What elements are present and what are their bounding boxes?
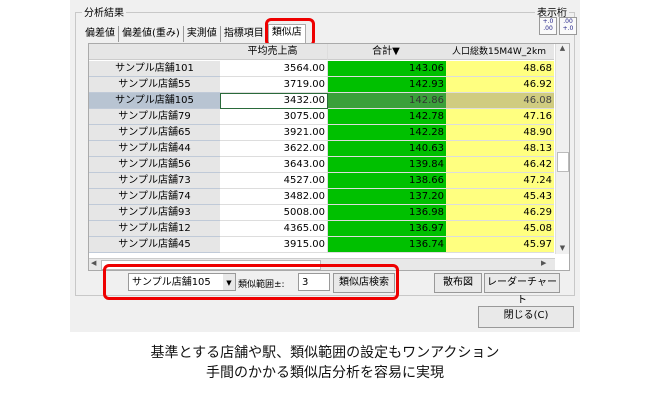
cell-total[interactable]: 136.98 <box>328 205 446 221</box>
scatter-plot-button[interactable]: 散布図 <box>434 273 482 293</box>
row-header[interactable]: サンプル店舗56 <box>89 157 220 173</box>
cell-sales[interactable]: 3921.00 <box>220 125 328 141</box>
table-row[interactable]: サンプル店舗73 4527.00 138.66 47.24 <box>89 173 554 189</box>
cell-total[interactable]: 142.86 <box>328 93 446 109</box>
cell-sales[interactable]: 4527.00 <box>220 173 328 189</box>
controls-highlight <box>103 264 399 300</box>
row-header[interactable]: サンプル店舗79 <box>89 109 220 125</box>
cell-population[interactable]: 46.92 <box>446 77 554 93</box>
row-header[interactable]: サンプル店舗73 <box>89 173 220 189</box>
column-header-sales[interactable]: 平均売上高 <box>220 44 328 60</box>
cell-total[interactable]: 142.28 <box>328 125 446 141</box>
cell-sales[interactable]: 3075.00 <box>220 109 328 125</box>
header-row: 平均売上高 合計▼ 人口総数15M4W_2km <box>89 44 554 60</box>
cell-total[interactable]: 140.63 <box>328 141 446 157</box>
decrease-decimal-button[interactable]: .00 +.0 <box>559 17 577 35</box>
cell-total[interactable]: 136.97 <box>328 221 446 237</box>
row-header[interactable]: サンプル店舗12 <box>89 221 220 237</box>
cell-population[interactable]: 48.68 <box>446 61 554 77</box>
table-row[interactable]: サンプル店舗12 4365.00 136.97 45.08 <box>89 221 554 237</box>
similar-stores-grid: 平均売上高 合計▼ 人口総数15M4W_2km サンプル店舗101 3564.00… <box>88 43 570 271</box>
cell-total[interactable]: 138.66 <box>328 173 446 189</box>
table-row[interactable]: サンプル店舗65 3921.00 142.28 48.90 <box>89 125 554 141</box>
cell-sales[interactable]: 3622.00 <box>220 141 328 157</box>
analysis-window: 分析結果 表示桁 +.0.00 .00 +.0 偏差値 偏差値(重み) 実測値 指… <box>70 0 580 332</box>
tab-weighted-deviation[interactable]: 偏差値(重み) <box>119 26 184 42</box>
cell-population[interactable]: 46.29 <box>446 205 554 221</box>
cell-total[interactable]: 136.74 <box>328 237 446 253</box>
row-header[interactable]: サンプル店舗105 <box>89 93 220 109</box>
radar-chart-button[interactable]: レーダーチャート <box>484 273 560 306</box>
cell-population[interactable]: 45.43 <box>446 189 554 205</box>
table-row[interactable]: サンプル店舗79 3075.00 142.78 47.16 <box>89 109 554 125</box>
group-title: 分析結果 <box>82 4 126 19</box>
cell-sales[interactable]: 4365.00 <box>220 221 328 237</box>
cell-sales[interactable]: 3482.00 <box>220 189 328 205</box>
table-row[interactable]: サンプル店舗74 3482.00 137.20 45.43 <box>89 189 554 205</box>
cell-total[interactable]: 143.06 <box>328 61 446 77</box>
scroll-left-icon[interactable]: ◀ <box>91 259 96 267</box>
cell-sales[interactable]: 3915.00 <box>220 237 328 253</box>
caption-line-1: 基準とする店舗や駅、類似範囲の設定もワンアクション <box>150 345 500 361</box>
row-header[interactable]: サンプル店舗101 <box>89 61 220 77</box>
tab-measured[interactable]: 実測値 <box>184 26 221 42</box>
table-row[interactable]: サンプル店舗45 3915.00 136.74 45.97 <box>89 237 554 253</box>
row-header[interactable]: サンプル店舗93 <box>89 205 220 221</box>
scroll-thumb[interactable] <box>557 152 569 172</box>
cell-sales[interactable]: 3719.00 <box>220 77 328 93</box>
table-row[interactable]: サンプル店舗44 3622.00 140.63 48.13 <box>89 141 554 157</box>
table-row[interactable]: サンプル店舗105 3432.00 142.86 46.08 <box>89 93 554 109</box>
cell-total[interactable]: 142.93 <box>328 77 446 93</box>
cell-sales[interactable]: 3643.00 <box>220 157 328 173</box>
row-header[interactable]: サンプル店舗55 <box>89 77 220 93</box>
row-header[interactable]: サンプル店舗74 <box>89 189 220 205</box>
scroll-up-icon[interactable]: ▲ <box>556 44 569 52</box>
column-header-total[interactable]: 合計▼ <box>328 44 446 60</box>
table-row[interactable]: サンプル店舗55 3719.00 142.93 46.92 <box>89 77 554 93</box>
scroll-down-icon[interactable]: ▼ <box>556 244 569 252</box>
cell-total[interactable]: 142.78 <box>328 109 446 125</box>
cell-total[interactable]: 139.84 <box>328 157 446 173</box>
table-row[interactable]: サンプル店舗93 5008.00 136.98 46.29 <box>89 205 554 221</box>
cell-sales[interactable]: 3432.00 <box>220 93 328 109</box>
close-button[interactable]: 閉じる(C) <box>478 306 574 328</box>
cell-population[interactable]: 47.16 <box>446 109 554 125</box>
cell-sales[interactable]: 3564.00 <box>220 61 328 77</box>
cell-population[interactable]: 46.08 <box>446 93 554 109</box>
tab-deviation[interactable]: 偏差値 <box>82 26 119 42</box>
caption-line-2: 手間のかかる類似店分析を容易に実現 <box>206 365 444 381</box>
corner-header <box>89 44 220 60</box>
scroll-right-icon[interactable]: ▶ <box>541 259 546 267</box>
cell-sales[interactable]: 5008.00 <box>220 205 328 221</box>
column-header-population[interactable]: 人口総数15M4W_2km <box>446 44 554 60</box>
table-row[interactable]: サンプル店舗56 3643.00 139.84 46.42 <box>89 157 554 173</box>
cell-population[interactable]: 48.13 <box>446 141 554 157</box>
cell-population[interactable]: 46.42 <box>446 157 554 173</box>
cell-population[interactable]: 45.97 <box>446 237 554 253</box>
row-header[interactable]: サンプル店舗65 <box>89 125 220 141</box>
cell-population[interactable]: 45.08 <box>446 221 554 237</box>
vertical-scrollbar[interactable]: ▲ ▼ <box>555 44 569 254</box>
table-row[interactable]: サンプル店舗101 3564.00 143.06 48.68 <box>89 61 554 77</box>
row-header[interactable]: サンプル店舗44 <box>89 141 220 157</box>
row-header[interactable]: サンプル店舗45 <box>89 237 220 253</box>
cell-population[interactable]: 48.90 <box>446 125 554 141</box>
increase-decimal-button[interactable]: +.0.00 <box>539 17 557 35</box>
cell-population[interactable]: 47.24 <box>446 173 554 189</box>
tab-indicators[interactable]: 指標項目 <box>221 26 268 42</box>
cell-total[interactable]: 137.20 <box>328 189 446 205</box>
